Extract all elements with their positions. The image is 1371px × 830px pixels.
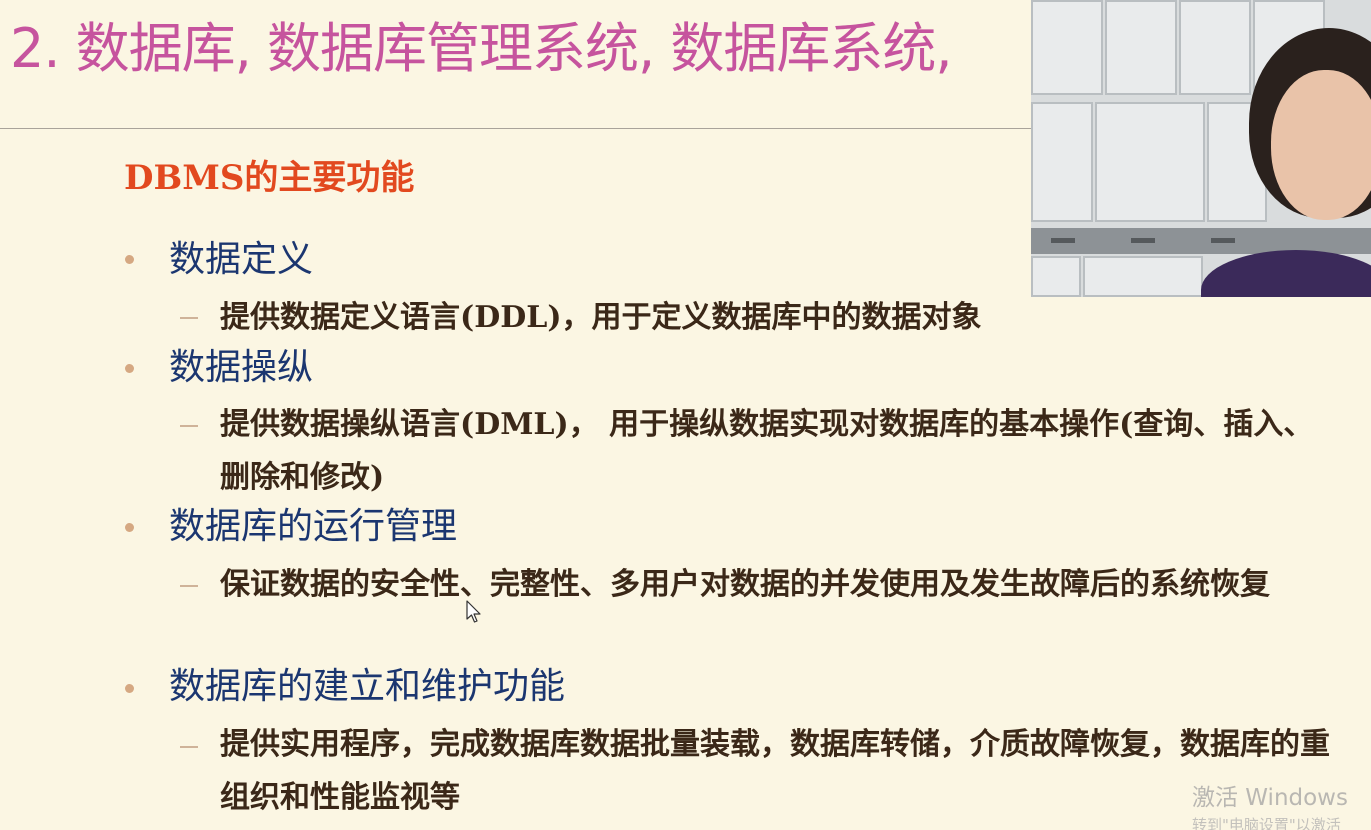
sub-item-runtime-management: 保证数据的安全性、完整性、多用户对数据的并发使用及发生故障后的系统恢复 — [220, 567, 1270, 602]
dash-icon — [180, 746, 198, 748]
webcam-overlay — [1031, 0, 1371, 297]
section-heading: DBMS的主要功能 — [124, 158, 415, 198]
presenter-face — [1271, 70, 1371, 220]
presenter-body — [1201, 250, 1371, 297]
bullet-dot-icon — [125, 523, 134, 532]
title-divider — [0, 128, 1031, 129]
bullet-dot-icon — [125, 255, 134, 264]
dash-icon — [180, 317, 198, 319]
range-hood — [1031, 228, 1371, 254]
bullet-data-manipulation: 数据操纵 — [169, 347, 314, 388]
arrow-cursor-icon — [466, 600, 481, 623]
bullet-dot-icon — [125, 684, 134, 693]
bullet-dot-icon — [125, 364, 134, 373]
slide-title: 2. 数据库, 数据库管理系统, 数据库系统, — [10, 17, 953, 80]
bullet-build-maintenance: 数据库的建立和维护功能 — [169, 666, 566, 707]
dash-icon — [180, 425, 198, 427]
bullet-data-definition: 数据定义 — [169, 239, 314, 280]
sub-item-data-manipulation: 提供数据操纵语言(DML)， 用于操纵数据实现对数据库的基本操作(查询、插入、删… — [220, 407, 1314, 495]
sub-item-data-definition: 提供数据定义语言(DDL)，用于定义数据库中的数据对象 — [220, 300, 982, 335]
dash-icon — [180, 585, 198, 587]
sub-item-build-maintenance: 提供实用程序，完成数据库数据批量装载，数据库转储，介质故障恢复，数据库的重组织和… — [220, 727, 1330, 815]
windows-activation-subtext: 转到"电脑设置"以激活 — [1192, 816, 1341, 830]
bullet-runtime-management: 数据库的运行管理 — [169, 506, 458, 547]
windows-activation-watermark: 激活 Windows — [1192, 785, 1348, 811]
